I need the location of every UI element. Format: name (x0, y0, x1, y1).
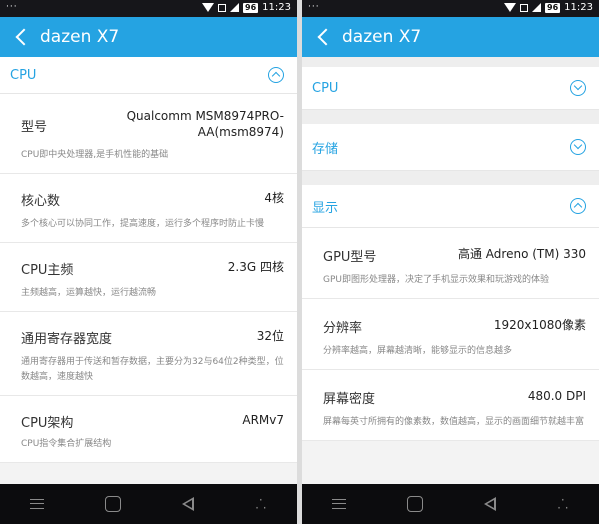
spec-label: CPU主频 (21, 263, 74, 278)
spec-item-frequency: CPU主频 2.3G 四核 主频越高，运算越快，运行越流畅 (0, 243, 297, 312)
spec-value: ARMv7 (242, 413, 284, 427)
section-header-display[interactable]: 显示 (302, 185, 599, 228)
app-title: dazen X7 (342, 27, 422, 47)
section-title: CPU (312, 80, 339, 96)
section-header-cpu[interactable]: CPU (302, 67, 599, 110)
spec-label: 分辨率 (323, 321, 363, 336)
status-bar: ··· 96 11:23 (302, 0, 599, 17)
spec-list[interactable]: CPU 型号 Qualcomm MSM8974PRO- AA(msm8974) … (0, 57, 297, 484)
chevron-down-icon[interactable] (570, 80, 586, 96)
spec-value: Qualcomm MSM8974PRO- AA(msm8974) (127, 108, 284, 140)
section-header-cpu[interactable]: CPU (0, 57, 297, 94)
back-icon[interactable] (317, 28, 335, 46)
status-bar: ··· 96 11:23 (0, 0, 297, 17)
more-icon[interactable]: · · · (255, 494, 266, 514)
section-header-storage[interactable]: 存储 (302, 124, 599, 171)
spec-value: 1920x1080像素 (493, 318, 586, 332)
spec-label: GPU型号 (323, 250, 377, 265)
notification-dots: ··· (308, 2, 320, 12)
spec-list[interactable]: CPU 存储 显示 GPU型号 高通 Adreno (TM) 330 GPU即图… (302, 57, 599, 484)
spec-value: 480.0 DPI (527, 389, 586, 403)
spec-item-cores: 核心数 4核 多个核心可以协同工作，提高速度，运行多个程序时防止卡慢 (0, 174, 297, 243)
navigation-bar: · · · (302, 484, 599, 524)
spec-label: 通用寄存器宽度 (21, 332, 113, 347)
chevron-up-icon[interactable] (570, 198, 586, 214)
battery-icon: 96 (545, 2, 561, 13)
app-bar: dazen X7 (0, 17, 297, 57)
spec-desc: 多个核心可以协同工作，提高速度，运行多个程序时防止卡慢 (21, 219, 265, 229)
spec-desc: CPU指令集合扩展结构 (21, 439, 112, 449)
chevron-down-icon[interactable] (570, 139, 586, 155)
section-title: 显示 (312, 200, 339, 216)
clock: 11:23 (564, 2, 593, 13)
spec-desc: 分辨率越高，屏幕越清晰，能够显示的信息越多 (323, 346, 513, 356)
spec-item-register-width: 通用寄存器宽度 32位 通用寄存器用于传送和暂存数据，主要分为32与64位2种类… (0, 312, 297, 396)
spec-item-density: 屏幕密度 480.0 DPI 屏幕每英寸所拥有的像素数，数值越高，显示的画面细节… (302, 370, 599, 441)
phone-screen-left: ··· 96 11:23 dazen X7 CPU 型号 Qualcomm MS… (0, 0, 297, 524)
spec-value: 4核 (264, 191, 284, 205)
clock: 11:23 (262, 2, 291, 13)
menu-icon[interactable] (332, 499, 347, 509)
spec-item-architecture: CPU架构 ARMv7 CPU指令集合扩展结构 (0, 396, 297, 463)
chevron-up-icon[interactable] (268, 67, 284, 83)
spec-desc: GPU即图形处理器，决定了手机显示效果和玩游戏的体验 (323, 275, 549, 285)
back-icon[interactable] (15, 28, 33, 46)
home-icon[interactable] (105, 496, 122, 512)
spec-value: 32位 (256, 329, 284, 343)
phone-screen-right: ··· 96 11:23 dazen X7 CPU 存储 显示 GPU型号 高通… (302, 0, 599, 524)
divider (302, 110, 599, 124)
back-nav-icon[interactable] (182, 497, 195, 511)
spec-label: 核心数 (21, 194, 61, 209)
navigation-bar: · · · (0, 484, 297, 524)
app-bar: dazen X7 (302, 17, 599, 57)
spec-item-model: 型号 Qualcomm MSM8974PRO- AA(msm8974) CPU即… (0, 94, 297, 174)
wifi-icon (504, 3, 517, 12)
notification-dots: ··· (6, 2, 18, 12)
section-title: 存储 (312, 141, 339, 157)
divider (302, 171, 599, 185)
spec-value: 高通 Adreno (TM) 330 (457, 247, 586, 261)
sim-icon (520, 3, 529, 12)
spec-desc: 主频越高，运算越快，运行越流畅 (21, 288, 157, 298)
spec-value-line2: AA(msm8974) (197, 125, 284, 139)
spec-desc: 屏幕每英寸所拥有的像素数，数值越高，显示的画面细节就越丰富 (323, 417, 585, 427)
spec-value-line1: Qualcomm MSM8974PRO- (126, 109, 284, 123)
more-icon[interactable]: · · · (557, 494, 568, 514)
spec-item-gpu: GPU型号 高通 Adreno (TM) 330 GPU即图形处理器，决定了手机… (302, 228, 599, 299)
menu-icon[interactable] (30, 499, 45, 509)
wifi-icon (202, 3, 215, 12)
back-nav-icon[interactable] (484, 497, 497, 511)
spec-item-resolution: 分辨率 1920x1080像素 分辨率越高，屏幕越清晰，能够显示的信息越多 (302, 299, 599, 370)
spec-desc: 通用寄存器用于传送和暂存数据，主要分为32与64位2种类型，位数越高，速度越快 (21, 357, 284, 382)
signal-icon (532, 3, 542, 12)
divider (302, 57, 599, 67)
battery-icon: 96 (243, 2, 259, 13)
home-icon[interactable] (407, 496, 424, 512)
section-title: CPU (10, 67, 37, 83)
spec-label: 型号 (21, 120, 48, 135)
spec-desc: CPU即中央处理器,是手机性能的基础 (21, 150, 169, 160)
sim-icon (218, 3, 227, 12)
spec-label: 屏幕密度 (323, 392, 376, 407)
spec-value: 2.3G 四核 (227, 260, 284, 274)
app-title: dazen X7 (40, 27, 120, 47)
spec-label: CPU架构 (21, 416, 74, 431)
signal-icon (230, 3, 240, 12)
